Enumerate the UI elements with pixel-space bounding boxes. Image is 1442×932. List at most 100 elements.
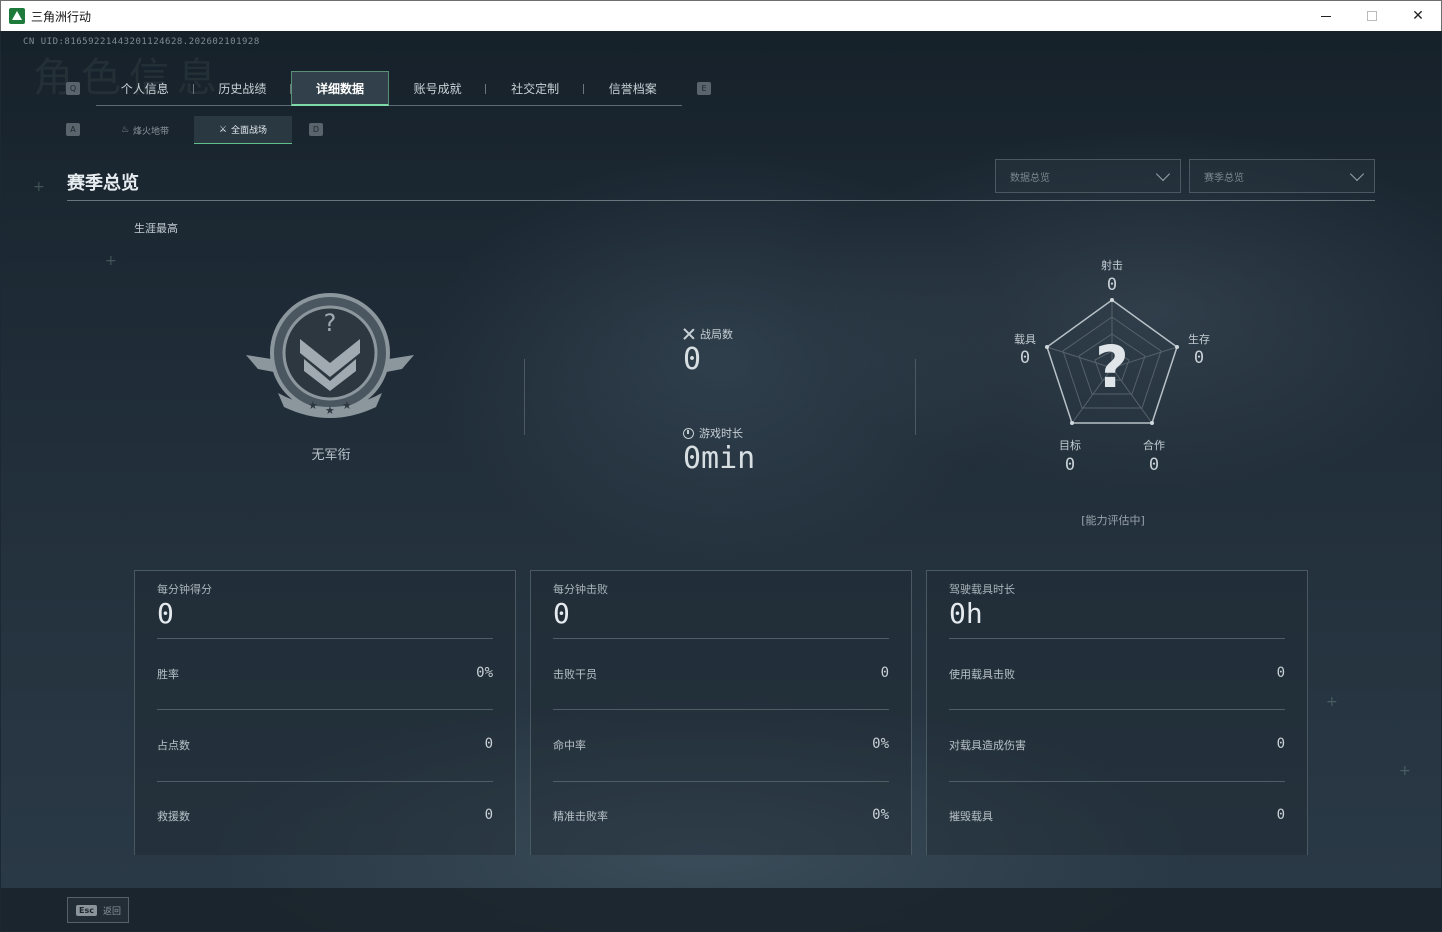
stat-row-value: 0	[484, 807, 493, 823]
prev-subtab-key[interactable]: A	[66, 123, 80, 136]
svg-text:?: ?	[324, 309, 337, 337]
tab-operations-mode[interactable]: ♨ 烽火地带	[96, 116, 194, 144]
minimize-button[interactable]	[1303, 1, 1349, 31]
matches-value: 0	[683, 342, 702, 377]
tab-history[interactable]: 历史战绩	[194, 71, 292, 106]
stat-row-label: 救援数	[157, 810, 190, 823]
main-tab-bar: 个人信息 历史战绩 详细数据 账号成就 社交定制 信誉档案	[96, 71, 682, 106]
tab-label: 历史战绩	[218, 82, 267, 96]
tab-achievements[interactable]: 账号成就	[389, 71, 487, 106]
stat-row-label: 对载具造成伤害	[949, 739, 1026, 752]
data-type-dropdown[interactable]: 数据总览	[995, 159, 1181, 193]
uid-text: CN UID:8165922144320112462​8.20260210192…	[23, 37, 260, 47]
stat-row-label: 使用载具击败	[949, 668, 1015, 681]
tab-personal-info[interactable]: 个人信息	[96, 71, 194, 106]
radar-unknown-mark: ?	[1095, 333, 1129, 401]
stat-row-value: 0%	[872, 807, 889, 823]
combat-stats-card: 每分钟击败 0 击败干员 0 命中率 0% 精准击败率 0%	[530, 570, 912, 855]
divider	[949, 781, 1285, 782]
card-head-label: 每分钟击败	[553, 583, 608, 596]
tab-detailed-data[interactable]: 详细数据	[291, 71, 389, 106]
crosshair-decor-icon: +	[1326, 694, 1338, 710]
prev-tab-key[interactable]: Q	[66, 82, 80, 95]
radar-value-shooting: 0	[1106, 275, 1118, 295]
vehicle-stats-card: 驾驶载具时长 0h 使用载具击败 0 对载具造成伤害 0 摧毁载具 0	[926, 570, 1308, 855]
tab-warfare-mode[interactable]: ⚔ 全面战场	[194, 116, 292, 144]
back-button[interactable]: Esc 返回	[67, 897, 129, 923]
divider	[524, 359, 525, 435]
radar-axis-objective: 目标	[1059, 439, 1081, 452]
stat-row-value: 0	[1276, 807, 1285, 823]
stat-row-value: 0	[1276, 665, 1285, 681]
tab-label: 信誉档案	[608, 82, 657, 96]
stat-row-value: 0%	[872, 736, 889, 752]
stat-row-value: 0%	[476, 665, 493, 681]
stat-row-label: 胜率	[157, 668, 179, 681]
tab-reputation[interactable]: 信誉档案	[584, 71, 682, 106]
tab-label: 全面战场	[231, 126, 268, 136]
card-head-label: 每分钟得分	[157, 583, 212, 596]
close-icon: ✕	[1412, 8, 1424, 24]
card-head-value: 0	[553, 597, 570, 630]
window-titlebar: 三角洲行动 ✕	[0, 0, 1442, 31]
tab-social[interactable]: 社交定制	[486, 71, 584, 106]
card-head-value: 0h	[949, 597, 983, 630]
radar-axis-teamwork: 合作	[1143, 439, 1165, 452]
dropdown-value: 赛季总览	[1204, 172, 1244, 184]
game-screen: 角色信息 CN UID:8165922144320112462​8.202602…	[1, 31, 1441, 931]
radar-value-vehicle: 0	[1019, 348, 1031, 368]
svg-text:★: ★	[342, 399, 352, 412]
mode-tab-bar: ♨ 烽火地带 ⚔ 全面战场	[96, 116, 292, 144]
stat-row-value: 0	[1276, 736, 1285, 752]
stat-row-label: 摧毁载具	[949, 810, 993, 823]
stat-row-label: 击败干员	[553, 668, 597, 681]
back-label: 返回	[102, 906, 121, 917]
divider	[553, 781, 889, 782]
divider	[949, 638, 1285, 639]
bottom-bar	[1, 888, 1441, 931]
divider	[553, 638, 889, 639]
crosshair-decor-icon: +	[33, 179, 45, 195]
clock-icon	[683, 427, 694, 439]
maximize-icon	[1367, 11, 1377, 21]
section-divider	[67, 200, 1375, 201]
tab-label: 账号成就	[413, 82, 462, 96]
next-subtab-key[interactable]: D	[309, 123, 323, 136]
divider	[949, 709, 1285, 710]
close-button[interactable]: ✕	[1395, 1, 1441, 31]
minimize-icon	[1321, 15, 1331, 17]
radar-value-teamwork: 0	[1148, 455, 1160, 475]
stat-row-value: 0	[880, 665, 889, 681]
crossed-swords-icon	[683, 328, 695, 340]
divider	[157, 781, 493, 782]
matches-label-text: 战局数	[700, 328, 733, 341]
tab-label: 详细数据	[315, 81, 364, 96]
tab-label: 社交定制	[511, 82, 560, 96]
tab-label: 个人信息	[120, 82, 169, 96]
maximize-button[interactable]	[1349, 1, 1395, 31]
divider	[157, 709, 493, 710]
next-tab-key[interactable]: E	[697, 82, 711, 95]
playtime-label: 游戏时长	[683, 425, 743, 441]
chevron-down-icon	[1155, 166, 1171, 182]
rank-name: 无军衔	[311, 448, 351, 463]
matches-label: 战局数	[683, 326, 733, 342]
playtime-label-text: 游戏时长	[699, 427, 743, 440]
divider	[553, 709, 889, 710]
card-head-value: 0	[157, 597, 174, 630]
crosshair-decor-icon: +	[105, 253, 117, 269]
score-stats-card: 每分钟得分 0 胜率 0% 占点数 0 救援数 0	[134, 570, 516, 855]
radar-value-objective: 0	[1064, 455, 1076, 475]
app-logo-icon	[9, 8, 25, 24]
dropdown-value: 数据总览	[1010, 172, 1050, 184]
season-dropdown[interactable]: 赛季总览	[1189, 159, 1375, 193]
chevron-down-icon	[1349, 166, 1365, 182]
playtime-value: 0min	[683, 441, 756, 476]
tab-label: 烽火地带	[133, 126, 170, 137]
stat-row-label: 占点数	[157, 739, 190, 752]
divider	[915, 359, 916, 435]
stat-row-label: 命中率	[553, 739, 586, 752]
svg-text:★: ★	[308, 399, 318, 412]
window-title: 三角洲行动	[31, 9, 92, 24]
divider	[157, 638, 493, 639]
